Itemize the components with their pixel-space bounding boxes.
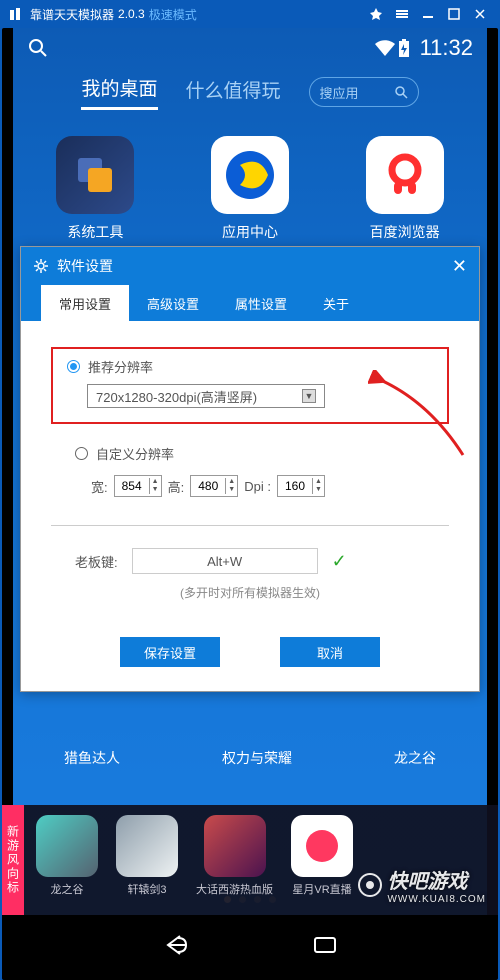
- dropdown-arrow-icon: ▼: [302, 389, 316, 403]
- divider: [51, 525, 449, 526]
- app-system-tools[interactable]: 系统工具: [33, 136, 158, 242]
- status-time: 11:32: [420, 35, 473, 61]
- custom-label: 自定义分辨率: [96, 444, 174, 463]
- game-label: 龙之谷: [51, 881, 84, 897]
- check-icon: ✓: [332, 551, 347, 572]
- dialog-header: 软件设置 ✕: [21, 247, 479, 285]
- search-input[interactable]: 搜应用: [309, 77, 419, 107]
- tab-worth-playing[interactable]: 什么值得玩: [186, 76, 281, 109]
- recommend-resolution-group: 推荐分辨率 720x1280-320dpi(高清竖屏) ▼: [51, 347, 449, 424]
- dpi-label: Dpi :: [244, 479, 271, 494]
- height-label: 高:: [168, 477, 185, 496]
- watermark-icon: [357, 872, 383, 898]
- width-input[interactable]: [115, 479, 149, 493]
- dpi-input[interactable]: [278, 479, 312, 493]
- dialog-footer: 保存设置 取消: [21, 637, 479, 667]
- android-nav-bar: [13, 915, 487, 980]
- pin-button[interactable]: [364, 4, 388, 24]
- gear-icon: [33, 258, 49, 274]
- settings-button[interactable]: [390, 4, 414, 24]
- app-version: 2.0.3: [118, 7, 145, 21]
- recents-button[interactable]: [310, 930, 340, 965]
- app-label: 龙之谷: [394, 748, 436, 768]
- radio-custom[interactable]: [75, 447, 88, 460]
- battery-icon: [398, 39, 410, 57]
- game-label: 星月VR直播: [292, 881, 351, 897]
- tab-common[interactable]: 常用设置: [41, 285, 129, 321]
- hotkey-note: (多开时对所有模拟器生效): [51, 584, 449, 601]
- app-title: 靠谱天天模拟器: [30, 6, 114, 23]
- dialog-body: 推荐分辨率 720x1280-320dpi(高清竖屏) ▼ 自定义分辨率 宽: …: [21, 321, 479, 691]
- android-statusbar: 11:32: [13, 28, 487, 68]
- width-spinner[interactable]: ▲▼: [114, 475, 162, 497]
- dialog-title: 软件设置: [57, 256, 113, 276]
- app-label: 百度浏览器: [370, 222, 440, 242]
- custom-radio-row[interactable]: 自定义分辨率: [75, 444, 449, 463]
- watermark: 快吧游戏 WWW.KUAI8.COM: [357, 865, 486, 905]
- app-baidu-browser[interactable]: 百度浏览器: [342, 136, 467, 242]
- promo-tag: 新游风向标: [2, 805, 24, 915]
- settings-dialog: 软件设置 ✕ 常用设置 高级设置 属性设置 关于 推荐分辨率 720x1280-…: [20, 246, 480, 692]
- dialog-close-button[interactable]: ✕: [452, 256, 467, 277]
- app-mode: 极速模式: [149, 6, 197, 23]
- app-logo-icon: [8, 6, 24, 22]
- watermark-text: 快吧游戏: [387, 865, 486, 894]
- search-icon-small: [394, 85, 408, 99]
- cancel-button[interactable]: 取消: [280, 637, 380, 667]
- recommend-label: 推荐分辨率: [88, 357, 153, 376]
- app-grid: 系统工具 应用中心 百度浏览器: [13, 116, 487, 262]
- watermark-url: WWW.KUAI8.COM: [387, 894, 486, 905]
- promo-game[interactable]: 大话西游热血版: [196, 815, 273, 897]
- promo-game[interactable]: 龙之谷: [36, 815, 98, 897]
- promo-game[interactable]: 轩辕剑3: [116, 815, 178, 897]
- game-label: 大话西游热血版: [196, 881, 273, 897]
- minimize-button[interactable]: [416, 4, 440, 24]
- hotkey-row: 老板键: Alt+W ✓: [75, 548, 449, 574]
- hotkey-label: 老板键:: [75, 552, 118, 571]
- dpi-spinner[interactable]: ▲▼: [277, 475, 325, 497]
- tab-properties[interactable]: 属性设置: [217, 285, 305, 321]
- promo-game[interactable]: 星月VR直播: [291, 815, 353, 897]
- tab-my-desktop[interactable]: 我的桌面: [81, 74, 157, 110]
- app-label: 权力与荣耀: [222, 748, 292, 768]
- home-tabs: 我的桌面 什么值得玩 搜应用: [13, 68, 487, 116]
- search-placeholder: 搜应用: [320, 83, 359, 102]
- resolution-value: 720x1280-320dpi(高清竖屏): [96, 387, 257, 406]
- game-label: 轩辕剑3: [127, 881, 166, 897]
- app-label: 猎鱼达人: [64, 748, 120, 768]
- width-label: 宽:: [91, 477, 108, 496]
- window-titlebar: 靠谱天天模拟器 2.0.3 极速模式: [0, 0, 500, 28]
- app-app-center[interactable]: 应用中心: [188, 136, 313, 242]
- app-label: 系统工具: [67, 222, 123, 242]
- search-icon[interactable]: [27, 37, 49, 59]
- dimension-row: 宽: ▲▼ 高: ▲▼ Dpi : ▲▼: [91, 475, 449, 497]
- tab-advanced[interactable]: 高级设置: [129, 285, 217, 321]
- height-spinner[interactable]: ▲▼: [190, 475, 238, 497]
- radio-recommend[interactable]: [67, 360, 80, 373]
- hotkey-input[interactable]: Alt+W: [132, 548, 318, 574]
- tab-about[interactable]: 关于: [305, 285, 367, 321]
- resolution-dropdown[interactable]: 720x1280-320dpi(高清竖屏) ▼: [87, 384, 325, 408]
- dialog-tabs: 常用设置 高级设置 属性设置 关于: [21, 285, 479, 321]
- height-input[interactable]: [191, 479, 225, 493]
- back-button[interactable]: [160, 930, 190, 965]
- close-button[interactable]: [468, 4, 492, 24]
- app-label: 应用中心: [222, 222, 278, 242]
- maximize-button[interactable]: [442, 4, 466, 24]
- wifi-icon: [375, 40, 395, 56]
- save-button[interactable]: 保存设置: [120, 637, 220, 667]
- recommend-radio-row[interactable]: 推荐分辨率: [67, 357, 433, 376]
- app-row-labels: 猎鱼达人 权力与荣耀 龙之谷: [13, 748, 487, 768]
